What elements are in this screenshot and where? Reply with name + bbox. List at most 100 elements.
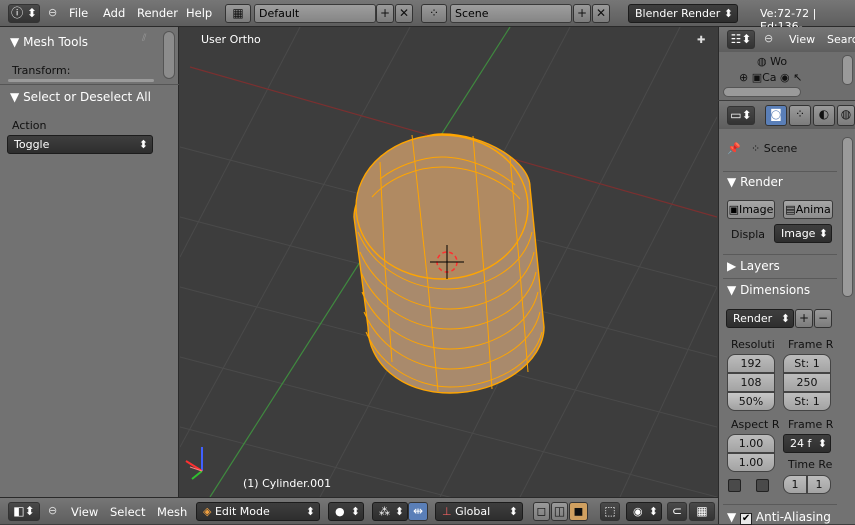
outliner-editor-type-button[interactable]: ☷⬍ [727, 30, 755, 49]
frame-range-label: Frame R [788, 338, 834, 351]
display-select[interactable]: Image ⬍ [774, 224, 832, 243]
collapse-menu-icon[interactable]: ⊖ [764, 32, 773, 45]
viewport-shading-select[interactable]: ● ⬍ [328, 502, 364, 521]
layers-panel-header[interactable]: ▶ Layers [727, 259, 780, 273]
action-select[interactable]: Toggle ⬍ [7, 135, 153, 154]
screen-layout-field[interactable]: Default [254, 4, 376, 23]
render-animation-button[interactable]: ▤Anima [783, 200, 833, 219]
aspect-ratio-label: Aspect R [731, 418, 780, 431]
select-deselect-header[interactable]: ▼ Select or Deselect All [10, 90, 151, 104]
vertex-select-icon[interactable]: ◻ [533, 502, 550, 521]
limit-selection-visible-icon[interactable]: ⬚ [600, 502, 620, 521]
scene-icon[interactable]: ⁘ [421, 4, 447, 23]
face-select-icon[interactable]: ◼ [569, 502, 588, 521]
outliner-item-world[interactable]: ◍ Wo [757, 55, 787, 68]
resolution-y-field[interactable]: 108 [727, 373, 775, 392]
orientation-icon: ⊥ [442, 505, 452, 518]
outliner-search-menu[interactable]: Searc [827, 33, 855, 46]
cursor-select-icon[interactable]: ↖ [793, 71, 802, 84]
anti-aliasing-panel-header[interactable]: ▼ ✔ Anti-Aliasing [727, 510, 831, 525]
outliner-hscrollbar[interactable] [723, 87, 801, 97]
axis-orientation-widget [185, 447, 203, 480]
manipulator-toggle-icon[interactable]: ⇹ [408, 502, 428, 521]
menu-select[interactable]: Select [110, 505, 145, 519]
viewport-options-icon[interactable]: ✚ [697, 35, 705, 46]
collapse-menu-icon[interactable]: ⊖ [48, 504, 57, 517]
remove-scene-icon[interactable]: ✕ [592, 4, 610, 23]
frame-end-field[interactable]: 250 [783, 373, 831, 392]
info-editor-type-button[interactable]: ⓘ ⬍ [8, 4, 40, 23]
mode-select[interactable]: ◈ Edit Mode ⬍ [196, 502, 320, 521]
dimensions-panel-header[interactable]: ▼ Dimensions [727, 283, 810, 297]
aspect-x-field[interactable]: 1.00 [727, 434, 775, 453]
proportional-editing-select[interactable]: ◉ ⬍ [626, 502, 662, 521]
render-engine-select[interactable]: Blender Render ⬍ [628, 4, 738, 23]
border-checkbox[interactable] [728, 479, 741, 492]
render-image-icon: ▣ [728, 203, 739, 216]
render-tab-camera-icon[interactable]: ◙ [765, 105, 787, 126]
dropdown-arrows-icon: ⬍ [818, 227, 828, 240]
transform-orientation-select[interactable]: ⊥ Global ⬍ [435, 502, 523, 521]
render-preset-select[interactable]: Render ⬍ [726, 309, 794, 328]
display-label: Displa [731, 228, 766, 241]
menu-add[interactable]: Add [103, 6, 125, 20]
add-preset-icon[interactable]: + [795, 309, 813, 328]
pivot-point-select[interactable]: ⁂ ⬍ [372, 502, 408, 521]
snap-element-select[interactable]: ▦ [689, 502, 715, 521]
collapse-triangle-icon: ▼ [727, 510, 737, 524]
scene-tab-icon[interactable]: ◐ [813, 105, 835, 126]
clapper-icon: ▤ [785, 203, 796, 216]
aspect-y-field[interactable]: 1.00 [727, 453, 775, 472]
render-image-button[interactable]: ▣Image [727, 200, 775, 219]
crop-checkbox[interactable] [756, 479, 769, 492]
edit-mode-icon: ◈ [203, 505, 212, 518]
edge-select-icon[interactable]: ◫ [551, 502, 568, 521]
menu-render[interactable]: Render [137, 6, 178, 20]
menu-mesh[interactable]: Mesh [157, 505, 187, 519]
collapse-menu-icon[interactable]: ⊖ [48, 6, 57, 19]
cylinder-mesh[interactable] [353, 133, 545, 394]
scene-field[interactable]: Scene [450, 4, 572, 23]
world-icon: ◍ [757, 55, 767, 68]
render-panel-header[interactable]: ▼ Render [727, 175, 783, 189]
frame-rate-select[interactable]: 24 f ⬍ [783, 434, 831, 453]
3d-viewport[interactable]: User Ortho ✚ (1) Cylinder.001 [180, 27, 717, 497]
properties-editor-type-button[interactable]: ▭⬍ [727, 106, 755, 125]
frame-step-field[interactable]: St: 1 [783, 392, 831, 411]
snap-magnet-icon[interactable]: ⊂ [667, 502, 687, 521]
time-remap-new-field[interactable]: 1 [807, 475, 831, 494]
resolution-percent-field[interactable]: 50% [727, 392, 775, 411]
dropdown-arrows-icon: ⬍ [305, 505, 315, 518]
visibility-eye-icon[interactable]: ◉ [780, 71, 790, 84]
divider [723, 278, 837, 279]
expand-triangle-icon: ▶ [727, 259, 737, 273]
resolution-x-field[interactable]: 192 [727, 354, 775, 373]
properties-scrollbar[interactable] [842, 137, 853, 297]
mesh-tools-header[interactable]: ▼ Mesh Tools [10, 35, 88, 49]
time-remap-old-field[interactable]: 1 [783, 475, 807, 494]
outliner-view-menu[interactable]: View [789, 33, 815, 46]
remove-layout-icon[interactable]: ✕ [395, 4, 413, 23]
menu-view[interactable]: View [71, 505, 98, 519]
render-layers-tab-icon[interactable]: ⁘ [789, 105, 811, 126]
dropdown-arrows-icon: ⬍ [723, 7, 733, 20]
remove-preset-icon[interactable]: − [814, 309, 832, 328]
3d-view-editor-type-button[interactable]: ◧⬍ [8, 502, 40, 521]
shelf-scrollbar[interactable] [163, 31, 175, 79]
menu-file[interactable]: File [69, 6, 88, 20]
add-scene-icon[interactable]: + [573, 4, 591, 23]
drag-handle-icon[interactable]: ⫽ [142, 33, 146, 44]
dropdown-arrows-icon: ⬍ [780, 312, 790, 325]
frame-start-field[interactable]: St: 1 [783, 354, 831, 373]
menu-help[interactable]: Help [186, 6, 212, 20]
screen-layout-icon[interactable]: ▦ [225, 4, 251, 23]
world-tab-icon[interactable]: ◍ [837, 105, 855, 126]
collapse-triangle-icon: ▼ [10, 35, 20, 49]
scene-breadcrumb: ⁘ Scene [751, 142, 798, 155]
add-layout-icon[interactable]: + [376, 4, 394, 23]
pin-icon[interactable]: 📌 [727, 142, 741, 155]
outliner-item-camera[interactable]: ⊕ ▣Ca ◉ ↖ [739, 71, 802, 84]
tool-shelf: ▼ Mesh Tools ⫽ Transform: ▼ Select or De… [0, 27, 179, 497]
outliner-scrollbar[interactable] [842, 55, 853, 85]
anti-aliasing-checkbox[interactable]: ✔ [740, 513, 753, 525]
